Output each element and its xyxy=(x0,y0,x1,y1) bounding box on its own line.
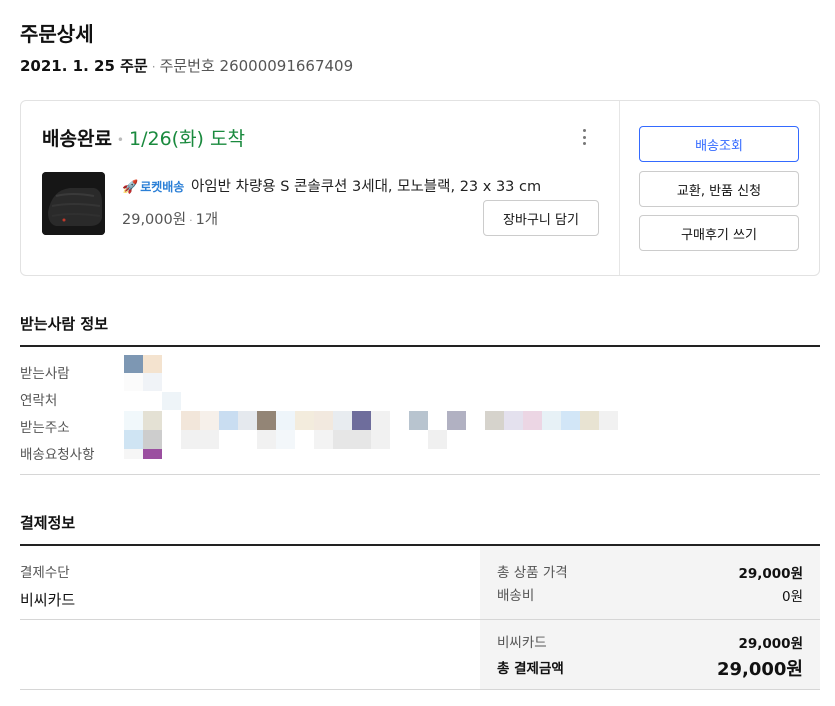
separator-dot: • xyxy=(116,132,124,147)
delivery-status-text: 배송완료 xyxy=(42,128,112,150)
arrival-date: 1/26(화) 도착 xyxy=(129,128,245,150)
product-thumbnail[interactable] xyxy=(42,172,105,235)
total-payment-label: 총 결제금액 xyxy=(497,661,564,677)
payment-section-title: 결제정보 xyxy=(20,514,76,532)
exchange-return-button[interactable]: 교환, 반품 신청 xyxy=(639,171,799,207)
order-number: 주문번호 26000091667409 xyxy=(159,57,354,75)
rocket-delivery-badge: 로켓배송 xyxy=(140,180,185,194)
delivery-status: 배송완료 • 1/26(화) 도착 xyxy=(42,124,245,151)
more-options-icon[interactable] xyxy=(577,127,591,147)
payment-method-label: 결제수단 xyxy=(20,565,70,581)
recipient-name-label: 받는사람 xyxy=(20,366,70,382)
track-delivery-button[interactable]: 배송조회 xyxy=(639,126,799,162)
total-product-price-label: 총 상품 가격 xyxy=(497,565,568,581)
separator-dot: · xyxy=(151,60,156,74)
order-summary-line: 2021. 1. 25 주문 · 주문번호 26000091667409 xyxy=(20,55,353,76)
shipping-fee-value: 0원 xyxy=(781,589,803,605)
product-price: 29,000원 xyxy=(122,212,187,228)
total-product-price-value: 29,000원 xyxy=(738,566,803,582)
card-divider xyxy=(619,101,620,275)
write-review-button[interactable]: 구매후기 쓰기 xyxy=(639,215,799,251)
delivery-request-label: 배송요청사항 xyxy=(20,447,95,463)
shipping-fee-label: 배송비 xyxy=(497,588,535,604)
page-title: 주문상세 xyxy=(20,22,94,46)
add-to-cart-button[interactable]: 장바구니 담기 xyxy=(483,200,599,236)
order-item-card: 배송완료 • 1/26(화) 도착 🚀 로켓배송 아임반 차량용 S 콘솔쿠션 3세대… xyxy=(20,100,820,276)
section-rule xyxy=(20,345,820,347)
price-line: 29,000원 · 1개 xyxy=(122,208,218,229)
payment-method-value: 비씨카드 xyxy=(20,591,76,609)
recipient-section-title: 받는사람 정보 xyxy=(20,315,109,333)
section-rule xyxy=(20,689,820,690)
product-name-line[interactable]: 🚀 로켓배송 아임반 차량용 S 콘솔쿠션 3세대, 모노블랙, 23 x 33 … xyxy=(122,175,541,196)
payment-divider xyxy=(20,619,820,620)
total-payment-value: 29,000원 xyxy=(716,659,803,680)
card-payment-value: 29,000원 xyxy=(738,636,803,652)
section-rule xyxy=(20,474,820,475)
product-name[interactable]: 아임반 차량용 S 콘솔쿠션 3세대, 모노블랙, 23 x 33 cm xyxy=(191,179,541,195)
recipient-address-label: 받는주소 xyxy=(20,420,70,436)
card-payment-label: 비씨카드 xyxy=(497,635,547,651)
recipient-phone-label: 연락처 xyxy=(20,393,58,409)
rocket-icon: 🚀 xyxy=(122,180,139,195)
product-quantity: 1개 xyxy=(195,212,219,228)
order-date: 2021. 1. 25 주문 xyxy=(20,57,148,75)
separator-dot: · xyxy=(189,214,193,227)
